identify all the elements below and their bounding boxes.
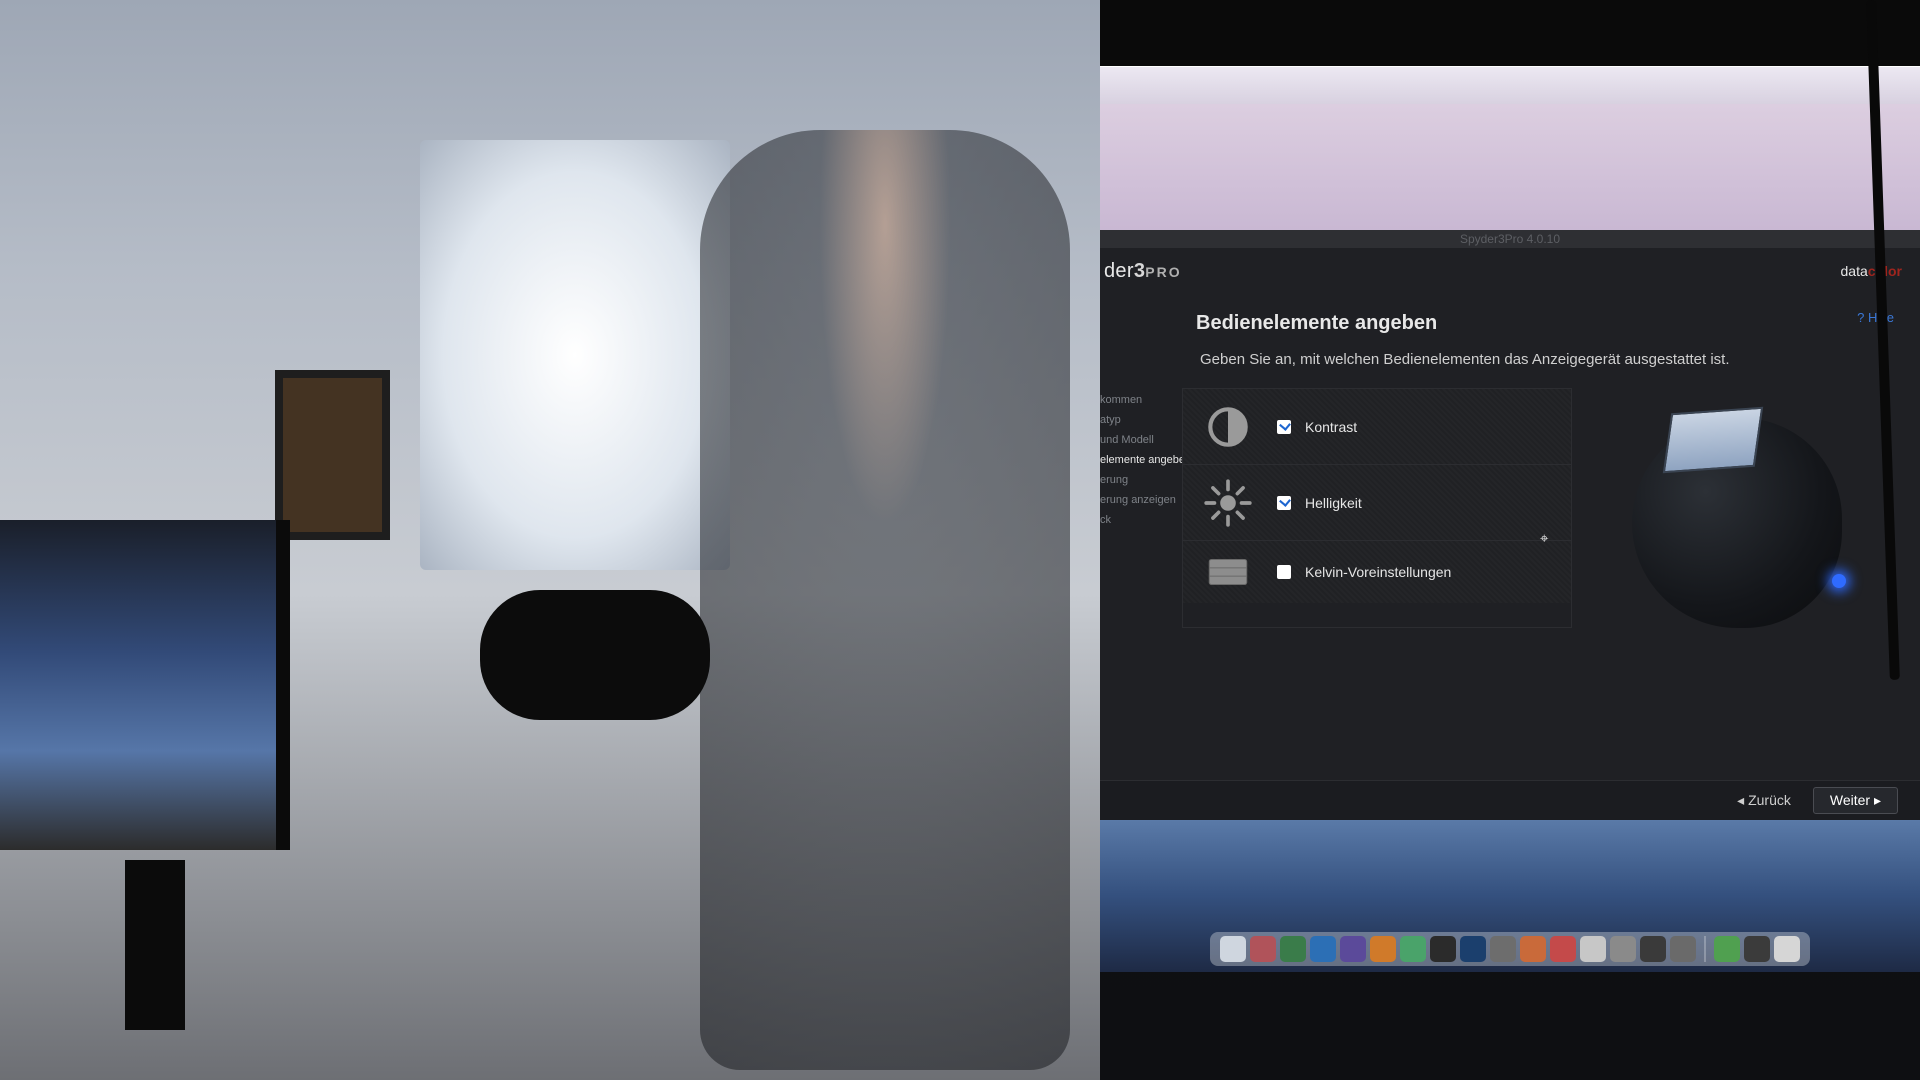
kelvin-checkbox[interactable] xyxy=(1277,565,1291,579)
sensor-monitor-graphic xyxy=(1663,407,1763,473)
app-brand: der3PRO xyxy=(1104,260,1182,283)
brightness-label: Helligkeit xyxy=(1305,495,1362,511)
desktop-wallpaper-bottom xyxy=(1100,820,1920,972)
option-kelvin-presets[interactable]: Kelvin-Voreinstellungen xyxy=(1183,541,1571,603)
wizard-step[interactable]: atyp xyxy=(1100,410,1182,430)
dock-app-icon[interactable] xyxy=(1310,936,1336,962)
back-button-label: Zurück xyxy=(1748,792,1791,808)
device-preview xyxy=(1572,388,1920,628)
brand-suffix: PRO xyxy=(1145,264,1181,280)
presenter-scene xyxy=(0,0,1100,1080)
wizard-footer: ◂ Zurück Weiter ▸ xyxy=(1100,780,1920,820)
dock-app-icon[interactable] xyxy=(1490,936,1516,962)
dock-app-icon[interactable] xyxy=(1460,936,1486,962)
contrast-icon xyxy=(1193,395,1263,459)
contrast-label: Kontrast xyxy=(1305,419,1357,435)
dock-app-icon[interactable] xyxy=(1430,936,1456,962)
dock-app-icon[interactable] xyxy=(1670,936,1696,962)
page-title: Bedienelemente angeben xyxy=(1100,288,1920,343)
spyder-sensor-illustration xyxy=(1632,418,1842,628)
dock-app-icon[interactable] xyxy=(1370,936,1396,962)
wizard-step-list: kommen atyp und Modell elemente angeben … xyxy=(1100,388,1182,628)
dock-app-icon[interactable] xyxy=(1744,936,1770,962)
brand-prefix: der xyxy=(1104,260,1134,282)
mouse-cursor-icon: ⌖ xyxy=(1540,530,1548,547)
dock-app-icon[interactable] xyxy=(1220,936,1246,962)
mac-menubar xyxy=(1100,66,1920,104)
app-header: der3PRO datacolor xyxy=(1100,248,1920,288)
option-brightness[interactable]: Helligkeit ⌖ xyxy=(1183,465,1571,541)
dock-app-icon[interactable] xyxy=(1610,936,1636,962)
company-brand: datacolor xyxy=(1841,263,1902,279)
presenter-silhouette xyxy=(700,130,1070,1070)
brightness-icon xyxy=(1193,471,1263,535)
back-button[interactable]: ◂ Zurück xyxy=(1737,792,1791,809)
wizard-step[interactable]: und Modell xyxy=(1100,430,1182,450)
window-title: Spyder3Pro 4.0.10 xyxy=(1100,232,1920,246)
sensor-led-icon xyxy=(1832,574,1846,588)
dock-app-icon[interactable] xyxy=(1550,936,1576,962)
display-controls-options: Kontrast xyxy=(1182,388,1572,628)
dock-app-icon[interactable] xyxy=(1250,936,1276,962)
contrast-checkbox[interactable] xyxy=(1277,420,1291,434)
help-link[interactable]: ? Hilfe xyxy=(1857,310,1894,325)
next-button[interactable]: Weiter ▸ xyxy=(1813,787,1898,814)
dock-app-icon[interactable] xyxy=(1580,936,1606,962)
next-button-label: Weiter xyxy=(1830,792,1870,808)
wizard-step[interactable]: erung anzeigen xyxy=(1100,490,1182,510)
brand-number: 3 xyxy=(1134,260,1145,282)
monitor-closeup: Spyder3Pro 4.0.10 der3PRO datacolor Bedi… xyxy=(1100,0,1920,1080)
kelvin-presets-icon xyxy=(1193,540,1263,604)
brightness-checkbox[interactable] xyxy=(1277,496,1291,510)
dock-app-icon[interactable] xyxy=(1640,936,1666,962)
dock-separator xyxy=(1704,936,1706,962)
dock-app-icon[interactable] xyxy=(1774,936,1800,962)
spyder3pro-window: Spyder3Pro 4.0.10 der3PRO datacolor Bedi… xyxy=(1100,230,1920,820)
macos-dock[interactable] xyxy=(1210,932,1810,966)
dock-app-icon[interactable] xyxy=(1520,936,1546,962)
wizard-step[interactable]: kommen xyxy=(1100,390,1182,410)
option-contrast[interactable]: Kontrast xyxy=(1183,389,1571,465)
wizard-step[interactable]: ck xyxy=(1100,510,1182,530)
dock-app-icon[interactable] xyxy=(1280,936,1306,962)
monitor-bezel-top xyxy=(1100,0,1920,66)
desk-monitor xyxy=(0,520,290,850)
monitor-stand xyxy=(125,860,185,1030)
wall-photo-frame xyxy=(275,370,390,540)
company-part1: data xyxy=(1841,263,1868,279)
desktop-wallpaper-top xyxy=(1100,104,1920,230)
dock-app-icon[interactable] xyxy=(1714,936,1740,962)
wizard-step[interactable]: erung xyxy=(1100,470,1182,490)
room-window xyxy=(420,140,730,570)
dock-app-icon[interactable] xyxy=(1340,936,1366,962)
camera-on-tripod xyxy=(480,590,710,720)
page-instructions: Geben Sie an, mit welchen Bedienelemente… xyxy=(1100,343,1920,388)
kelvin-label: Kelvin-Voreinstellungen xyxy=(1305,564,1451,580)
dock-app-icon[interactable] xyxy=(1400,936,1426,962)
wizard-step-active[interactable]: elemente angeben xyxy=(1100,450,1182,470)
